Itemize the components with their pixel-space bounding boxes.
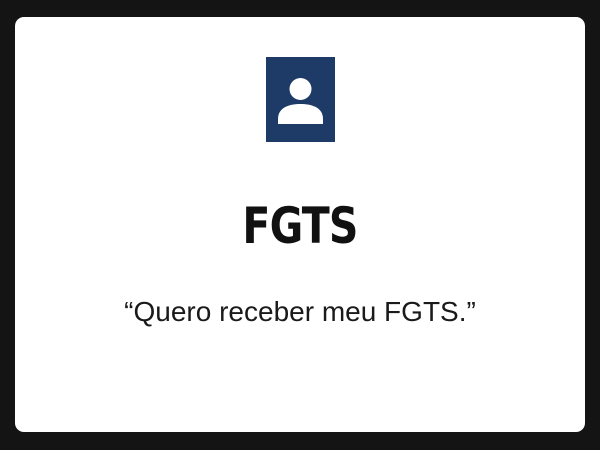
card-title: FGTS [242, 197, 358, 255]
fgts-card[interactable]: FGTS “Quero receber meu FGTS.” [15, 17, 585, 432]
user-avatar-icon [266, 57, 335, 142]
card-quote: “Quero receber meu FGTS.” [124, 296, 476, 327]
